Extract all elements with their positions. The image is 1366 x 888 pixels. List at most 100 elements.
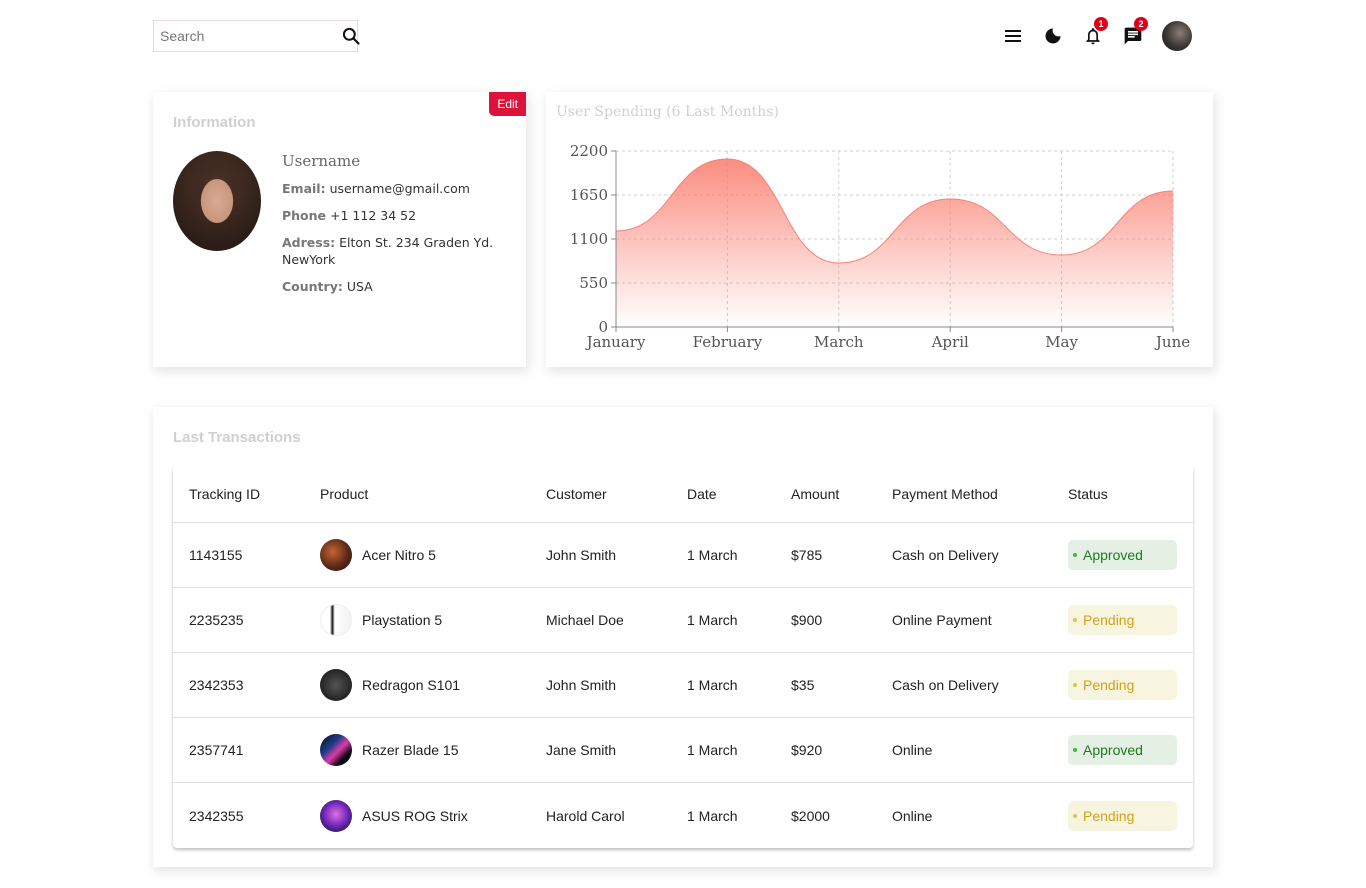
x-tick-label: January <box>585 333 646 351</box>
column-header[interactable]: Customer <box>546 466 607 522</box>
product-name: Playstation 5 <box>362 612 443 628</box>
status-dot <box>1073 683 1077 687</box>
payment-method: Online Payment <box>892 612 992 628</box>
message-badge: 2 <box>1134 17 1148 31</box>
phone-row: Phone +1 112 34 52 <box>282 207 512 224</box>
column-header[interactable]: Tracking ID <box>189 466 260 522</box>
product-image <box>320 734 352 766</box>
email-label: Email: <box>282 181 326 196</box>
product-name: Redragon S101 <box>362 677 461 693</box>
search-input[interactable] <box>160 28 341 44</box>
tracking-id: 2357741 <box>189 742 244 758</box>
status-cell: Pending <box>1068 588 1177 652</box>
menu-icon[interactable] <box>1000 23 1026 49</box>
product-name: Acer Nitro 5 <box>362 547 436 563</box>
notification-badge: 1 <box>1094 17 1108 31</box>
customer: John Smith <box>546 677 617 693</box>
amount: $2000 <box>791 807 830 824</box>
amount: $785 <box>791 547 823 563</box>
moon-icon[interactable] <box>1040 23 1066 49</box>
country-label: Country: <box>282 279 343 294</box>
x-tick-label: February <box>693 333 763 351</box>
status-dot <box>1073 813 1077 818</box>
chat-icon[interactable]: 2 <box>1120 17 1148 49</box>
spending-chart-card: User Spending (6 Last Months) 0 550 1100 16… <box>546 92 1213 367</box>
status-dot <box>1073 618 1077 622</box>
product-cell: Razer Blade 15 <box>320 718 459 782</box>
product-image <box>320 799 352 832</box>
table-row[interactable]: 2357741 Razer Blade 15 Jane Smith 1 Marc… <box>173 718 1193 783</box>
amount: $920 <box>791 742 823 758</box>
tracking-id: 2342353 <box>189 677 244 693</box>
table-row[interactable]: 1143155 Acer Nitro 5 John Smith 1 March … <box>173 523 1193 588</box>
phone-value: +1 112 34 52 <box>330 208 417 223</box>
search-icon[interactable] <box>341 25 361 47</box>
header-actions: 1 2 <box>1000 17 1192 54</box>
status-dot <box>1073 553 1077 557</box>
transactions-table: Tracking ID Product Customer Date Amount… <box>173 466 1193 848</box>
status-cell: Approved <box>1068 523 1177 587</box>
table-row[interactable]: 2342353 Redragon S101 John Smith 1 March… <box>173 653 1193 718</box>
date: 1 March <box>687 742 738 758</box>
x-tick-label: April <box>931 333 969 351</box>
status-cell: Pending <box>1068 653 1177 717</box>
user-details: Username Email: username@gmail.com Phone +… <box>282 152 512 305</box>
amount: $900 <box>791 612 823 628</box>
payment-method: Online <box>892 807 933 824</box>
country-value: USA <box>346 279 373 294</box>
tracking-id: 1143155 <box>189 547 243 563</box>
column-header[interactable]: Product <box>320 466 368 522</box>
product-cell: Acer Nitro 5 <box>320 523 436 587</box>
amount: $35 <box>791 677 815 693</box>
product-name: Razer Blade 15 <box>362 742 459 758</box>
product-cell: ASUS ROG Strix <box>320 783 468 848</box>
product-cell: Redragon S101 <box>320 653 460 717</box>
table-header: Tracking ID Product Customer Date Amount… <box>173 466 1193 523</box>
status-dot <box>1073 748 1077 752</box>
date: 1 March <box>687 547 738 563</box>
email-row: Email: username@gmail.com <box>282 180 512 197</box>
transactions-card: Last Transactions Tracking ID Product Cu… <box>153 407 1213 867</box>
product-image <box>320 539 352 571</box>
column-header[interactable]: Status <box>1068 466 1108 522</box>
payment-method: Cash on Delivery <box>892 677 999 693</box>
date: 1 March <box>687 677 738 693</box>
customer: Jane Smith <box>546 742 617 758</box>
status-cell: Approved <box>1068 718 1177 782</box>
y-tick-label: 550 <box>579 274 608 292</box>
information-card: Edit Information Username Email: username… <box>153 92 526 367</box>
status-text: Pending <box>1083 807 1135 824</box>
y-tick-label: 1100 <box>570 230 608 248</box>
spending-area <box>616 159 1173 327</box>
information-title: Information <box>173 114 256 131</box>
x-tick-label: March <box>814 333 864 351</box>
column-header[interactable]: Date <box>687 466 717 522</box>
tracking-id: 2342355 <box>189 807 244 824</box>
table-row[interactable]: 2342355 ASUS ROG Strix Harold Carol 1 Ma… <box>173 783 1193 848</box>
status-text: Approved <box>1083 742 1143 758</box>
search-box[interactable] <box>153 20 361 52</box>
edit-button[interactable]: Edit <box>489 92 526 116</box>
bell-icon[interactable]: 1 <box>1080 17 1108 49</box>
product-image <box>320 604 352 636</box>
avatar[interactable] <box>1162 21 1192 51</box>
x-tick-label: May <box>1045 333 1078 351</box>
status-badge: Pending <box>1068 670 1177 700</box>
status-badge: Pending <box>1068 800 1177 831</box>
payment-method: Online <box>892 742 933 758</box>
product-image <box>320 669 352 701</box>
email-value: username@gmail.com <box>329 181 470 196</box>
address-row: Adress: Elton St. 234 Graden Yd. NewYork <box>282 234 512 268</box>
product-name: ASUS ROG Strix <box>362 807 468 824</box>
customer: John Smith <box>546 547 617 563</box>
y-tick-label: 1650 <box>570 186 608 204</box>
column-header[interactable]: Payment Method <box>892 466 998 522</box>
column-header[interactable]: Amount <box>791 466 839 522</box>
y-tick-label: 2200 <box>570 142 608 160</box>
profile-image <box>173 151 261 251</box>
date: 1 March <box>687 807 738 824</box>
customer: Harold Carol <box>546 807 625 824</box>
status-text: Pending <box>1083 677 1135 693</box>
spending-chart: 0550110016502200January February March Apri… <box>570 142 1190 351</box>
table-row[interactable]: 2235235 Playstation 5 Michael Doe 1 Marc… <box>173 588 1193 653</box>
